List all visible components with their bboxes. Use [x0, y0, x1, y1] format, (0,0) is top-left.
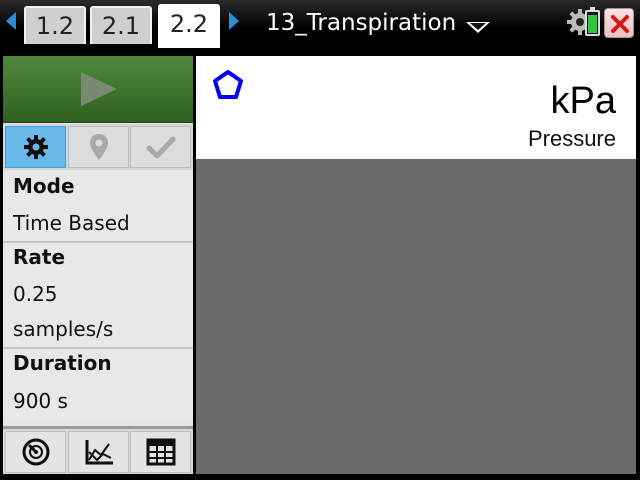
left-panel: Mode Time Based Rate 0.25 samples/s Dura… — [3, 56, 193, 474]
collection-settings[interactable]: Mode Time Based Rate 0.25 samples/s Dura… — [3, 171, 193, 421]
divider — [3, 347, 193, 349]
rate-value[interactable]: 0.25 — [13, 282, 58, 306]
mode-label: Mode — [13, 174, 75, 198]
graph-view-button[interactable] — [68, 431, 129, 473]
view-switcher — [3, 426, 193, 474]
mode-value[interactable]: Time Based — [13, 211, 130, 235]
graph-view-icon — [85, 440, 113, 465]
tab-2-2[interactable]: 2.2 — [158, 4, 220, 48]
pentagon-icon — [213, 70, 243, 99]
document-title[interactable]: 13_Transpiration — [266, 8, 456, 38]
document-menu-caret-icon[interactable] — [466, 22, 490, 33]
battery-level — [588, 14, 597, 33]
close-button[interactable] — [604, 8, 634, 38]
table-view-button[interactable] — [130, 431, 191, 473]
divider — [3, 241, 193, 243]
gear-icon — [23, 135, 48, 159]
tab-1-2[interactable]: 1.2 — [24, 6, 86, 44]
settings-tool-button[interactable] — [5, 126, 66, 168]
top-bar: 1.2 2.1 2.2 13_Transpiration — [0, 0, 640, 48]
meter-display: kPa Pressure — [196, 56, 636, 474]
meter-view-button[interactable] — [5, 431, 66, 473]
rate-label: Rate — [13, 245, 66, 269]
next-page-arrow-icon[interactable] — [229, 12, 239, 30]
sensor-meter[interactable]: kPa Pressure — [196, 56, 636, 159]
duration-label: Duration — [13, 351, 112, 375]
tool-row — [3, 124, 193, 170]
mark-tool-button[interactable] — [68, 126, 129, 168]
tab-2-1[interactable]: 2.1 — [90, 6, 152, 44]
keep-tool-button[interactable] — [130, 126, 191, 168]
close-icon — [611, 15, 629, 33]
sensor-unit: kPa — [550, 80, 616, 122]
rate-unit: samples/s — [13, 317, 114, 341]
play-icon — [81, 72, 117, 106]
sensor-quantity: Pressure — [527, 126, 616, 151]
checkmark-icon — [146, 136, 175, 159]
start-collection-button[interactable] — [3, 56, 193, 123]
battery-icon — [585, 7, 600, 36]
duration-value[interactable]: 900 s — [13, 389, 68, 413]
marker-pin-icon — [89, 134, 108, 160]
prev-page-arrow-icon[interactable] — [6, 12, 16, 30]
meter-view-icon — [22, 438, 49, 466]
table-view-icon — [146, 438, 175, 466]
